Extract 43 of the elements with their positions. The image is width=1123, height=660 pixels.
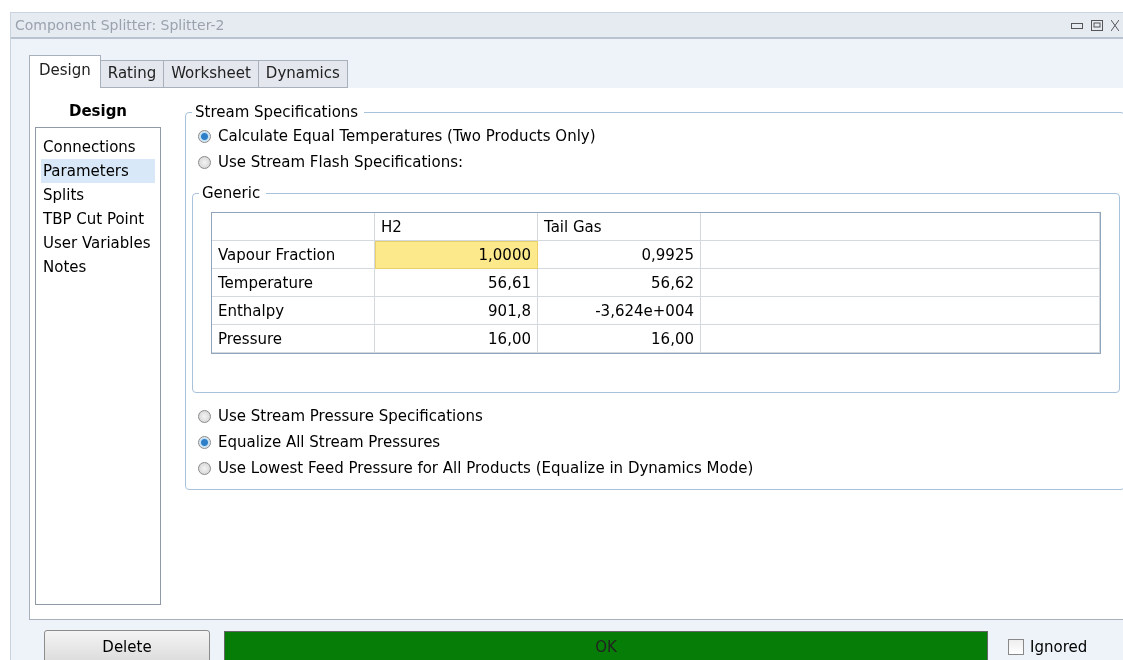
row-label: Pressure (212, 325, 375, 353)
radio-button[interactable] (198, 129, 211, 143)
sidebar-item[interactable]: Notes (41, 255, 155, 279)
radio-button[interactable] (198, 155, 211, 169)
sidebar-item[interactable]: TBP Cut Point (41, 207, 155, 231)
option-label[interactable]: Use Stream Flash Specifications: (218, 153, 464, 171)
table-cell[interactable]: 0,9925 (538, 241, 701, 269)
tab[interactable]: Dynamics (257, 60, 348, 88)
column-header: Tail Gas (538, 213, 701, 241)
row-label: Vapour Fraction (212, 241, 375, 269)
ignored-checkbox[interactable]: Ignored (1008, 637, 1088, 656)
window-title: Component Splitter: Splitter-2 (15, 17, 225, 33)
table-cell[interactable]: 1,0000 (375, 241, 538, 269)
group-title: Stream Specifications (192, 103, 365, 121)
row-label: Temperature (212, 269, 375, 297)
close-icon[interactable] (1111, 19, 1119, 31)
restore-icon[interactable] (1091, 19, 1103, 31)
minimize-icon[interactable] (1071, 21, 1083, 29)
row-label: Enthalpy (212, 297, 375, 325)
status-bar: OK (224, 631, 988, 660)
table-cell[interactable]: -3,624e+004 (538, 297, 701, 325)
option-label[interactable]: Use Lowest Feed Pressure for All Products (Equalize in Dynamics Mode) (218, 459, 754, 477)
table-cell[interactable]: 16,00 (375, 325, 538, 353)
table-cell[interactable]: 56,61 (375, 269, 538, 297)
sidebar-item[interactable]: Parameters (41, 159, 155, 183)
delete-button[interactable]: Delete (44, 630, 210, 660)
radio-button[interactable] (198, 461, 211, 475)
table-cell[interactable]: 901,8 (375, 297, 538, 325)
sidebar-title: Design (67, 101, 129, 122)
tab[interactable]: Design (29, 55, 101, 88)
tab[interactable]: Worksheet (163, 60, 259, 88)
option-label[interactable]: Calculate Equal Temperatures (Two Products Only) (218, 127, 596, 145)
sidebar-item[interactable]: Connections (41, 135, 155, 159)
sidebar-item[interactable]: User Variables (41, 231, 155, 255)
sidebar-item[interactable]: Splits (41, 183, 155, 207)
option-label[interactable]: Use Stream Pressure Specifications (218, 407, 483, 425)
radio-button[interactable] (198, 435, 211, 449)
table-cell[interactable]: 16,00 (538, 325, 701, 353)
tab[interactable]: Rating (99, 60, 165, 88)
radio-button[interactable] (198, 409, 211, 423)
column-header: H2 (375, 213, 538, 241)
option-label[interactable]: Equalize All Stream Pressures (218, 433, 441, 451)
table-cell[interactable]: 56,62 (538, 269, 701, 297)
